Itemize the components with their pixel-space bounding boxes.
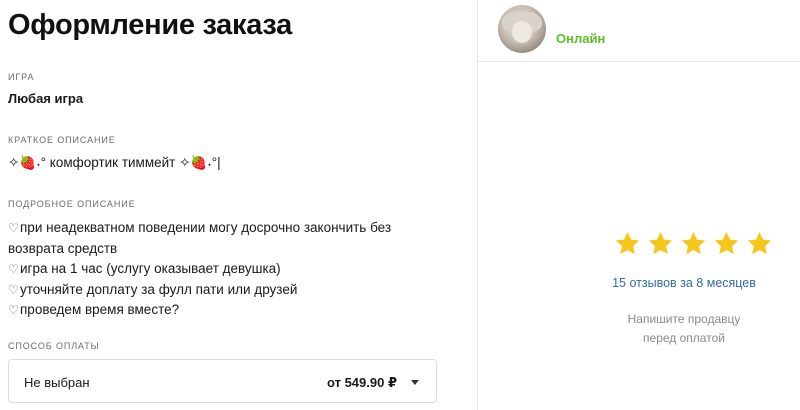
heart-icon: ♡	[8, 221, 19, 235]
payment-method-label: СПОСОБ ОПЛАТЫ	[8, 341, 100, 351]
game-value: Любая игра	[8, 91, 84, 106]
payment-method-select[interactable]: Не выбран от 549.90 ₽	[8, 359, 437, 403]
page-title: Оформление заказа	[8, 9, 292, 41]
order-form: Оформление заказа ИГРА Любая игра КРАТКО…	[0, 0, 478, 410]
seller-header: Онлайн	[478, 0, 800, 62]
description-line: ♡проведем время вместе?	[8, 300, 448, 321]
reviews-link[interactable]: 15 отзывов за 8 месяцев	[584, 276, 784, 290]
seller-panel: Онлайн 15 отзывов за 8 месяцев Напишите …	[478, 0, 800, 410]
payment-selected-value: Не выбран	[24, 375, 90, 390]
heart-icon: ♡	[8, 303, 19, 317]
description-line: ♡при неадекватном поведении могу досрочн…	[8, 218, 448, 239]
online-status: Онлайн	[556, 31, 606, 46]
rating-stars	[614, 230, 773, 257]
star-icon	[681, 232, 706, 255]
heart-icon: ♡	[8, 262, 19, 276]
seller-hint-line: Напишите продавцу	[627, 312, 741, 326]
heart-icon: ♡	[8, 282, 19, 297]
detailed-description: ♡при неадекватном поведении могу досрочн…	[8, 218, 448, 321]
description-line: ♡игра на 1 час (услугу оказывает девушка…	[8, 259, 448, 280]
short-description-label: КРАТКОЕ ОПИСАНИЕ	[8, 135, 116, 145]
description-line: возврата средств	[8, 240, 118, 256]
description-line: ♡уточняйте доплату за фулл пати или друз…	[8, 280, 448, 301]
price-value: от 549.90 ₽	[326, 375, 397, 390]
star-icon	[714, 232, 739, 255]
detailed-description-label: ПОДРОБНОЕ ОПИСАНИЕ	[8, 199, 136, 209]
seller-hint-line: перед оплатой	[643, 331, 725, 345]
seller-hint: Напишите продавцу перед оплатой	[598, 310, 770, 348]
star-icon	[615, 232, 640, 255]
short-description-value: ✧🍓˖° комфортик тиммейт ✧🍓˖°|	[8, 155, 221, 170]
chevron-down-icon	[411, 380, 419, 385]
avatar[interactable]	[498, 5, 546, 53]
star-icon	[747, 232, 772, 255]
game-label: ИГРА	[8, 72, 35, 82]
star-icon	[648, 232, 673, 255]
